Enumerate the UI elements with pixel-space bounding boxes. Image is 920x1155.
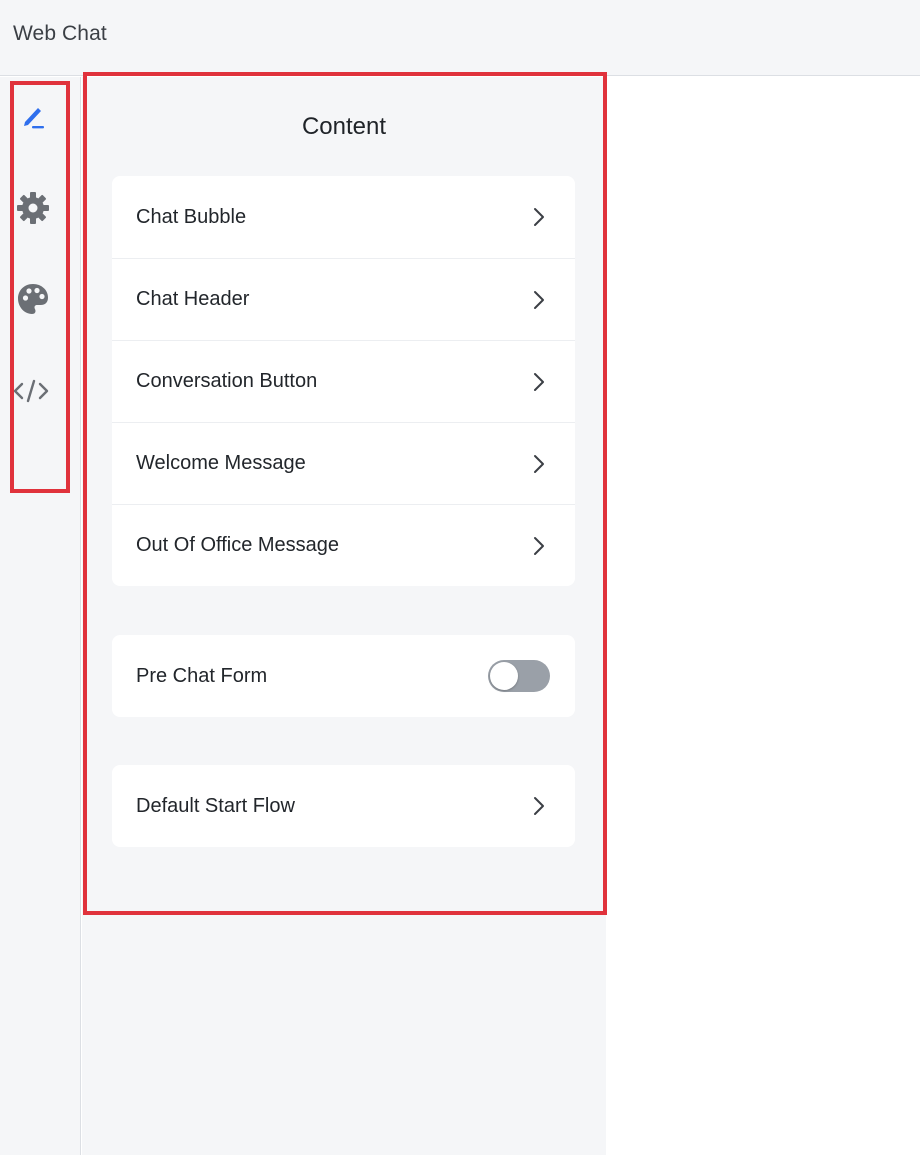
gear-icon[interactable] bbox=[12, 187, 54, 229]
row-default-start-flow[interactable]: Default Start Flow bbox=[112, 765, 575, 847]
panel-title: Content bbox=[301, 113, 387, 140]
row-chat-bubble[interactable]: Chat Bubble bbox=[112, 176, 575, 258]
chevron-right-icon bbox=[534, 536, 544, 555]
app-title: Web Chat bbox=[13, 22, 107, 45]
palette-icon[interactable] bbox=[12, 278, 54, 320]
row-pre-chat-form: Pre Chat Form bbox=[112, 635, 575, 717]
top-bar: Web Chat bbox=[0, 0, 920, 76]
row-chat-header[interactable]: Chat Header bbox=[112, 258, 575, 340]
row-out-of-office-message[interactable]: Out Of Office Message bbox=[112, 504, 575, 586]
toggle-knob bbox=[490, 662, 518, 690]
chevron-right-icon bbox=[534, 372, 544, 391]
row-label: Out Of Office Message bbox=[136, 534, 340, 556]
row-label: Chat Header bbox=[136, 288, 250, 310]
chevron-right-icon bbox=[534, 797, 544, 815]
row-conversation-button[interactable]: Conversation Button bbox=[112, 340, 575, 422]
row-label: Welcome Message bbox=[136, 452, 306, 474]
chevron-right-icon bbox=[534, 454, 544, 473]
start-flow-card: Default Start Flow bbox=[112, 765, 575, 847]
content-panel: Content Chat Bubble Chat Header Conversa… bbox=[82, 77, 606, 1155]
pencil-icon[interactable] bbox=[12, 95, 54, 137]
code-icon[interactable] bbox=[10, 370, 52, 412]
row-welcome-message[interactable]: Welcome Message bbox=[112, 422, 575, 504]
row-label: Chat Bubble bbox=[136, 205, 247, 228]
row-label: Conversation Button bbox=[136, 370, 318, 392]
pre-chat-card: Pre Chat Form bbox=[112, 635, 575, 717]
content-items-card: Chat Bubble Chat Header Conversation But… bbox=[112, 176, 575, 586]
chevron-right-icon bbox=[534, 290, 544, 309]
row-label: Pre Chat Form bbox=[136, 664, 268, 687]
pre-chat-form-toggle[interactable] bbox=[488, 660, 550, 692]
row-label: Default Start Flow bbox=[136, 794, 295, 817]
icon-rail bbox=[0, 77, 81, 1155]
chevron-right-icon bbox=[534, 208, 544, 226]
